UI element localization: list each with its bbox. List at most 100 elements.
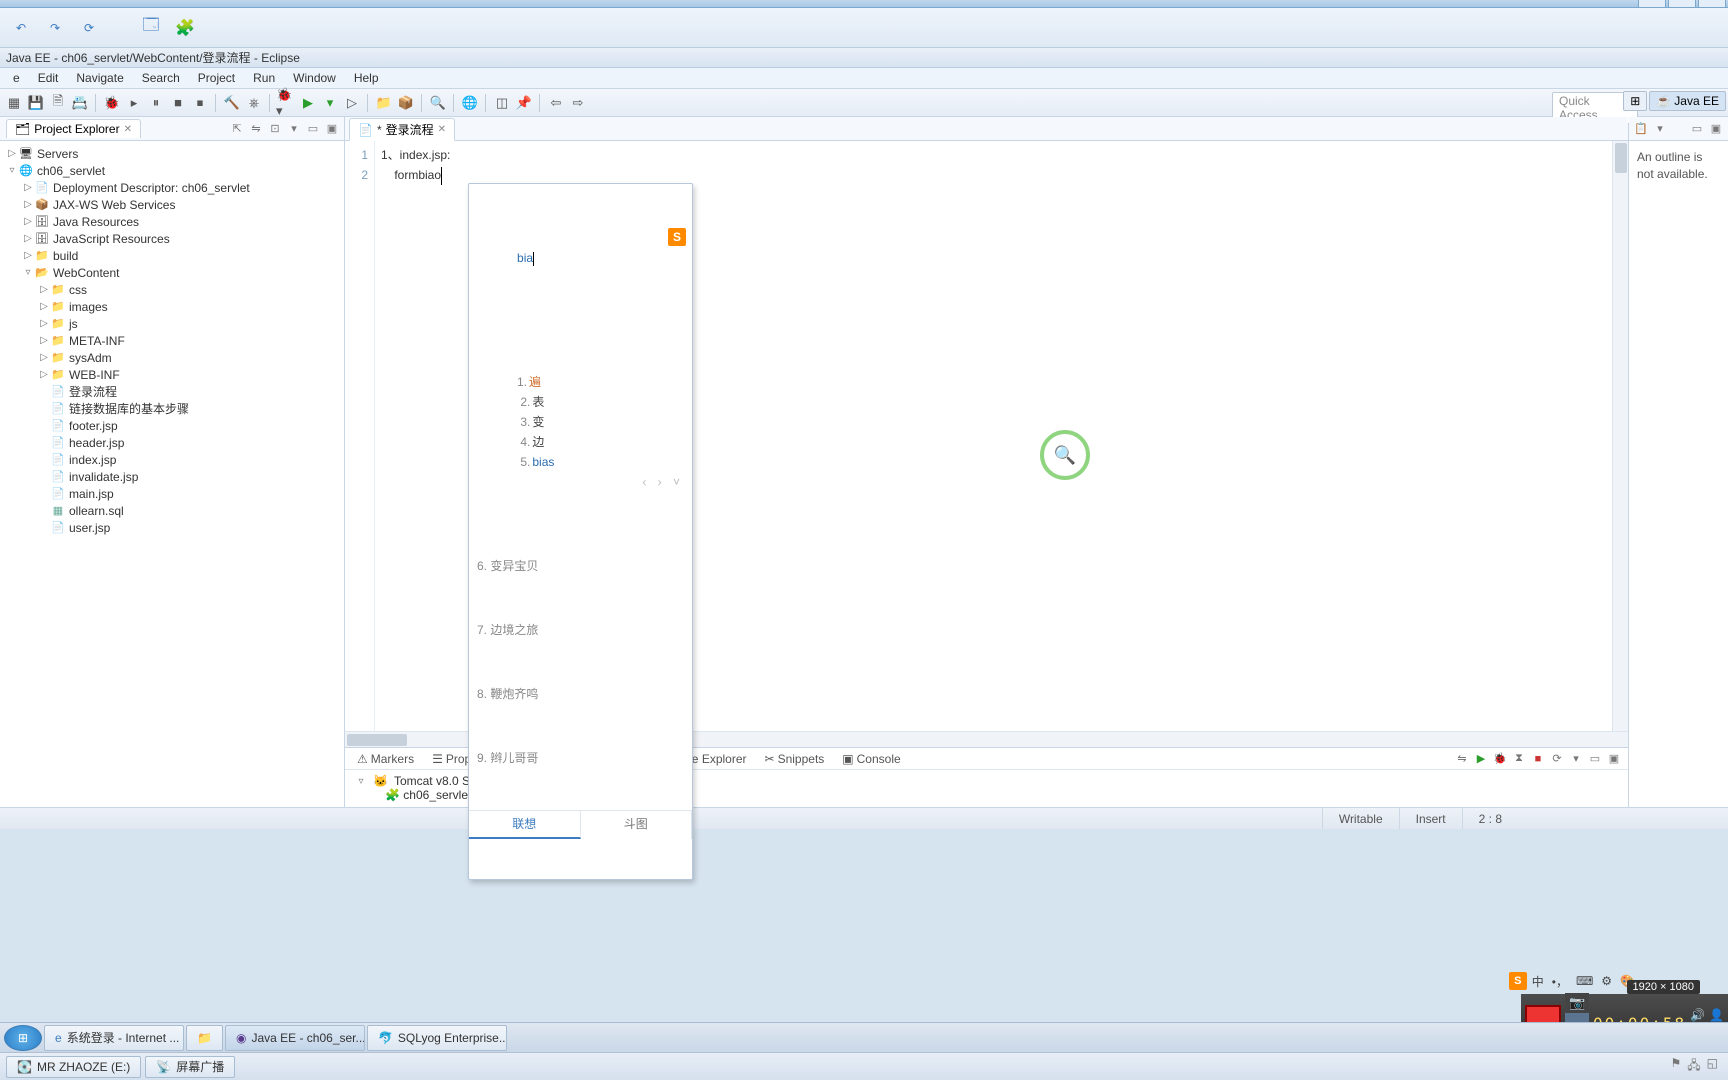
save-button[interactable]: 💾 xyxy=(26,93,46,113)
tree-item[interactable]: ▷sysAdm xyxy=(0,349,344,366)
tree-item[interactable]: user.jsp xyxy=(0,519,344,536)
taskbar-item-ie[interactable]: e系统登录 - Internet ... xyxy=(44,1025,184,1051)
tree-item[interactable]: ▷css xyxy=(0,281,344,298)
close-icon[interactable]: ✕ xyxy=(124,124,132,135)
expander-icon[interactable]: ▷ xyxy=(38,369,50,380)
outline-menu-button[interactable]: ▾ xyxy=(1652,121,1668,137)
text-editor[interactable]: 1 2 1、index.jsp: formbiao bia S 1.遍 2.表 … xyxy=(345,141,1628,731)
collapse-all-button[interactable]: ⇱ xyxy=(229,121,245,137)
menu-file[interactable]: e xyxy=(4,68,29,88)
secondary-taskbar[interactable]: 💽MR ZHAOZE (E:) 📡屏幕广播 ⚑ 🖧 ◱ xyxy=(0,1052,1728,1080)
server-stop-button[interactable]: ■ xyxy=(1530,751,1546,767)
menu-navigate[interactable]: Navigate xyxy=(67,68,132,88)
project-tree[interactable]: ▷Servers▿ch06_servlet▷Deployment Descrip… xyxy=(0,141,344,807)
expander-icon[interactable]: ▷ xyxy=(22,216,34,227)
back-button[interactable]: ↶ xyxy=(8,15,34,41)
maximize-servers-button[interactable]: ▣ xyxy=(1606,751,1622,767)
print-button[interactable]: 📇 xyxy=(70,93,90,113)
new-project-button[interactable]: 📁 xyxy=(374,93,394,113)
tree-item[interactable]: 链接数据库的基本步骤 xyxy=(0,400,344,417)
tree-item[interactable]: ▷META-INF xyxy=(0,332,344,349)
save-all-button[interactable]: 🗎 xyxy=(48,93,68,113)
menu-help[interactable]: Help xyxy=(345,68,388,88)
minimize-servers-button[interactable]: ▭ xyxy=(1587,751,1603,767)
tree-item[interactable]: index.jsp xyxy=(0,451,344,468)
ime-tab-lianxiang[interactable]: 联想 xyxy=(469,811,581,839)
tree-item[interactable]: ▷images xyxy=(0,298,344,315)
secondary-item-drive[interactable]: 💽MR ZHAOZE (E:) xyxy=(6,1056,141,1078)
expander-icon[interactable]: ▷ xyxy=(38,301,50,312)
expander-icon[interactable]: ▷ xyxy=(22,199,34,210)
forward-button[interactable]: ↷ xyxy=(42,15,68,41)
editor-vertical-scrollbar[interactable] xyxy=(1612,141,1628,731)
tree-item[interactable]: ▷WEB-INF xyxy=(0,366,344,383)
toggle-breadcrumb-button[interactable]: ◫ xyxy=(492,93,512,113)
tree-item[interactable]: ▷Deployment Descriptor: ch06_servlet xyxy=(0,179,344,196)
close-tab-icon[interactable]: ✕ xyxy=(438,124,446,135)
maximize-view-button[interactable]: ▣ xyxy=(324,121,340,137)
ime-page-nav[interactable]: ‹ › ˅ xyxy=(642,472,684,492)
link-editor-button[interactable]: ⇋ xyxy=(248,121,264,137)
java-ee-perspective[interactable]: ☕ Java EE xyxy=(1649,91,1726,111)
view-menu-button[interactable]: ▾ xyxy=(286,121,302,137)
volume-icon[interactable]: 🔊 xyxy=(1690,1008,1705,1022)
minimize-view-button[interactable]: ▭ xyxy=(305,121,321,137)
pin-button[interactable]: 📌 xyxy=(514,93,534,113)
ime-candidate-6[interactable]: 6. 变异宝贝 xyxy=(469,554,692,578)
tree-item[interactable]: ▿ch06_servlet xyxy=(0,162,344,179)
minimize-outline-button[interactable]: ▭ xyxy=(1689,121,1705,137)
back-nav-button[interactable]: ⇦ xyxy=(546,93,566,113)
build-button[interactable]: 🔨 xyxy=(222,93,242,113)
tab-markers[interactable]: ⚠Markers xyxy=(349,750,422,768)
expander-icon[interactable]: ▷ xyxy=(38,284,50,295)
expander-icon[interactable]: ▷ xyxy=(38,335,50,346)
search-button[interactable]: 🔍 xyxy=(428,93,448,113)
server-publish-button[interactable]: ⟳ xyxy=(1549,751,1565,767)
webcam-icon[interactable]: 👤 xyxy=(1709,1008,1724,1022)
disconnect-button[interactable]: ⏹ xyxy=(190,93,210,113)
server-start-button[interactable]: ▶ xyxy=(1473,751,1489,767)
expander-icon[interactable]: ▿ xyxy=(22,267,34,278)
ime-candidate-7[interactable]: 7. 边境之旅 xyxy=(469,618,692,642)
ime-status-bar[interactable]: S 中 •， ⌨ ⚙ 🎨 xyxy=(1509,972,1638,990)
tree-item[interactable]: ▿WebContent xyxy=(0,264,344,281)
new-server-button[interactable]: ⎈ xyxy=(244,93,264,113)
windows-taskbar[interactable]: ⊞ e系统登录 - Internet ... 📁 ◉Java EE - ch06… xyxy=(0,1022,1728,1052)
ime-keyboard-icon[interactable]: ⌨ xyxy=(1573,974,1596,988)
menu-run[interactable]: Run xyxy=(244,68,284,88)
ime-punct[interactable]: •， xyxy=(1549,973,1571,990)
tree-item[interactable]: ollearn.sql xyxy=(0,502,344,519)
tree-item[interactable]: ▷JavaScript Resources xyxy=(0,230,344,247)
tray-network-icon[interactable]: 🖧 xyxy=(1687,1056,1700,1077)
ime-candidate-row-1[interactable]: 1.遍 2.表 3.变 4.边 5.bias ‹ › ˅ xyxy=(469,350,692,514)
menu-window[interactable]: Window xyxy=(284,68,345,88)
ime-candidate-popup[interactable]: bia S 1.遍 2.表 3.变 4.边 5.bias ‹ › ˅ 6. 变异… xyxy=(468,183,693,880)
taskbar-item-explorer[interactable]: 📁 xyxy=(186,1025,223,1051)
tree-item[interactable]: ▷Java Resources xyxy=(0,213,344,230)
debug-button[interactable]: 🐞 xyxy=(102,93,122,113)
menu-search[interactable]: Search xyxy=(133,68,189,88)
run-dropdown[interactable]: ▾ xyxy=(320,93,340,113)
refresh-button[interactable]: ⟳ xyxy=(76,15,102,41)
minimize-button[interactable] xyxy=(1638,0,1666,8)
secondary-item-broadcast[interactable]: 📡屏幕广播 xyxy=(145,1056,235,1078)
expander-icon[interactable]: ▷ xyxy=(38,352,50,363)
ime-candidate-8[interactable]: 8. 鞭炮齐鸣 xyxy=(469,682,692,706)
taskbar-item-sqlyog[interactable]: 🐬SQLyog Enterprise... xyxy=(367,1025,507,1051)
tree-item[interactable]: 登录流程 xyxy=(0,383,344,400)
step-button[interactable]: ▸ xyxy=(124,93,144,113)
tree-item[interactable]: ▷Servers xyxy=(0,145,344,162)
expander-icon[interactable]: ▷ xyxy=(6,148,18,159)
run-button[interactable]: ▶ xyxy=(298,93,318,113)
app-icon-2[interactable]: 🧩 xyxy=(172,15,198,41)
project-explorer-tab[interactable]: 🗂 Project Explorer ✕ xyxy=(6,119,141,138)
forward-nav-button[interactable]: ⇨ xyxy=(568,93,588,113)
maximize-button[interactable] xyxy=(1668,0,1696,8)
ime-tab-doutu[interactable]: 斗图 xyxy=(581,811,693,839)
tree-item[interactable]: ▷js xyxy=(0,315,344,332)
server-profile-button[interactable]: ⧗ xyxy=(1511,751,1527,767)
run-last-button[interactable]: ▷ xyxy=(342,93,362,113)
app-icon-1[interactable]: 🗔 xyxy=(138,15,164,41)
server-link-button[interactable]: ⇋ xyxy=(1454,751,1470,767)
menu-edit[interactable]: Edit xyxy=(29,68,68,88)
